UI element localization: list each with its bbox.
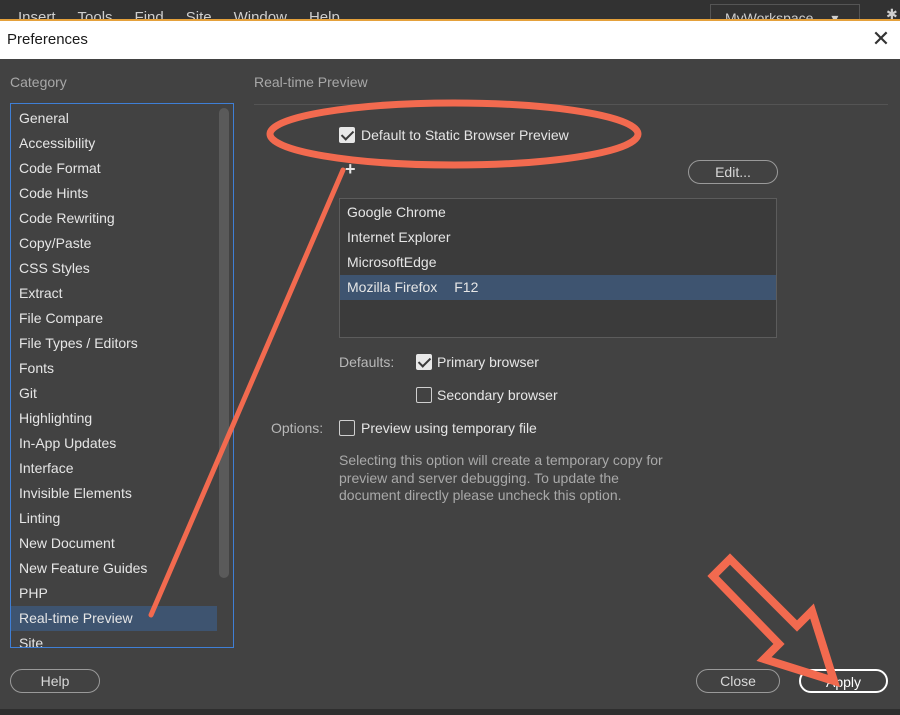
category-item-code-hints[interactable]: Code Hints xyxy=(11,181,217,206)
options-label: Options: xyxy=(271,420,324,436)
category-list[interactable]: General Accessibility Code Format Code H… xyxy=(10,103,234,648)
browser-row[interactable]: Google Chrome xyxy=(340,200,776,225)
temporary-file-label: Preview using temporary file xyxy=(361,420,537,436)
category-item-new-feature-guides[interactable]: New Feature Guides xyxy=(11,556,217,581)
category-item-invisible-elements[interactable]: Invisible Elements xyxy=(11,481,217,506)
default-static-preview-checkbox[interactable] xyxy=(339,127,355,143)
primary-browser-checkbox[interactable] xyxy=(416,354,432,370)
category-item-real-time-preview[interactable]: Real-time Preview xyxy=(11,606,217,631)
browser-name: Mozilla Firefox xyxy=(347,279,438,295)
temporary-file-checkbox[interactable] xyxy=(339,420,355,436)
browser-list[interactable]: Google Chrome Internet Explorer Microsof… xyxy=(339,198,777,338)
section-title: Real-time Preview xyxy=(254,74,368,90)
category-heading: Category xyxy=(10,74,67,90)
category-item-file-compare[interactable]: File Compare xyxy=(11,306,217,331)
category-item-linting[interactable]: Linting xyxy=(11,506,217,531)
category-item-copy-paste[interactable]: Copy/Paste xyxy=(11,231,217,256)
category-item-code-rewriting[interactable]: Code Rewriting xyxy=(11,206,217,231)
category-item-general[interactable]: General xyxy=(11,106,217,131)
category-item-file-types-editors[interactable]: File Types / Editors xyxy=(11,331,217,356)
add-browser-icon[interactable]: + xyxy=(345,159,356,180)
defaults-label: Defaults: xyxy=(339,354,395,370)
category-item-git[interactable]: Git xyxy=(11,381,217,406)
apply-button[interactable]: Apply xyxy=(799,669,888,693)
default-static-preview-label: Default to Static Browser Preview xyxy=(361,127,569,143)
window-bottom-edge xyxy=(0,709,900,715)
category-item-fonts[interactable]: Fonts xyxy=(11,356,217,381)
category-item-accessibility[interactable]: Accessibility xyxy=(11,131,217,156)
browser-name: Google Chrome xyxy=(347,204,446,220)
section-divider xyxy=(254,104,888,105)
category-item-php[interactable]: PHP xyxy=(11,581,217,606)
category-item-css-styles[interactable]: CSS Styles xyxy=(11,256,217,281)
category-item-highlighting[interactable]: Highlighting xyxy=(11,406,217,431)
category-scrollbar[interactable] xyxy=(219,108,229,578)
category-item-extract[interactable]: Extract xyxy=(11,281,217,306)
category-item-site[interactable]: Site xyxy=(11,631,217,647)
dialog-title: Preferences xyxy=(7,31,88,48)
browser-shortcut-key: F12 xyxy=(454,279,479,295)
browser-name: Internet Explorer xyxy=(347,229,451,245)
primary-browser-label: Primary browser xyxy=(437,354,539,370)
close-button[interactable]: Close xyxy=(696,669,780,693)
browser-name: MicrosoftEdge xyxy=(347,254,437,270)
option-description: Selecting this option will create a temp… xyxy=(339,452,663,503)
category-item-in-app-updates[interactable]: In-App Updates xyxy=(11,431,217,456)
browser-row[interactable]: Internet Explorer xyxy=(340,225,776,250)
category-item-code-format[interactable]: Code Format xyxy=(11,156,217,181)
edit-button[interactable]: Edit... xyxy=(688,160,778,184)
preferences-dialog: Category General Accessibility Code Form… xyxy=(0,59,900,709)
secondary-browser-checkbox[interactable] xyxy=(416,387,432,403)
category-item-new-document[interactable]: New Document xyxy=(11,531,217,556)
dialog-title-bar: Preferences ✕ xyxy=(0,21,900,59)
browser-row[interactable]: MicrosoftEdge xyxy=(340,250,776,275)
help-button[interactable]: Help xyxy=(10,669,100,693)
close-icon[interactable]: ✕ xyxy=(870,27,892,51)
secondary-browser-label: Secondary browser xyxy=(437,387,558,403)
browser-row-selected[interactable]: Mozilla Firefox F12 xyxy=(340,275,776,300)
category-item-interface[interactable]: Interface xyxy=(11,456,217,481)
